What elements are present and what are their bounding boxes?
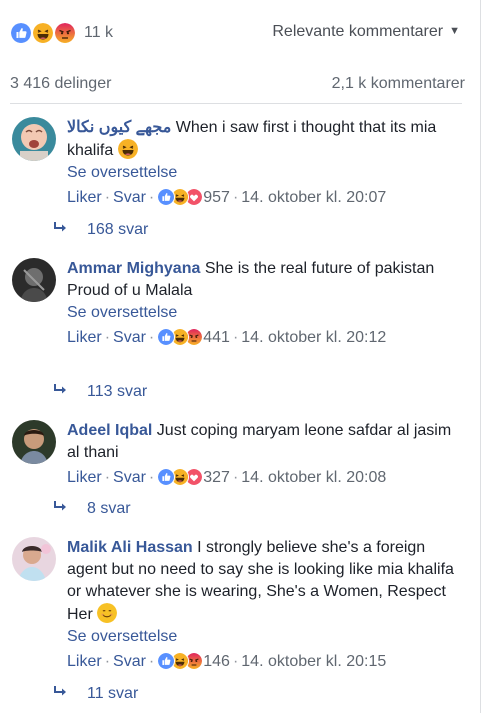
comment-text: She is the real future of pakistan — [200, 260, 435, 277]
caret-down-icon: ▼ — [449, 25, 460, 37]
separator: · — [148, 653, 155, 670]
comment-author[interactable]: مجھے کیوں نکالا — [67, 119, 171, 136]
replies-count: 11 svar — [87, 685, 139, 702]
comment-reactions[interactable] — [157, 188, 204, 206]
comment-timestamp[interactable]: 14. oktober kl. 20:08 — [241, 469, 386, 486]
separator: · — [104, 469, 111, 486]
separator: · — [104, 189, 111, 206]
reply-link[interactable]: Svar — [113, 469, 146, 486]
separator: · — [104, 329, 111, 346]
view-replies-link[interactable]: 11 svar — [53, 685, 138, 703]
comment-actions: Liker · Svar · 327 · 14. oktober kl. 20:08 — [67, 467, 457, 489]
separator: · — [232, 189, 239, 206]
avatar[interactable] — [12, 258, 56, 302]
like-icon — [157, 188, 176, 206]
avatar[interactable] — [12, 537, 56, 581]
replies-count: 113 svar — [87, 383, 148, 400]
shares-count[interactable]: 3 416 delinger — [10, 75, 111, 93]
avatar[interactable] — [12, 420, 56, 464]
like-icon — [10, 22, 32, 44]
comment-timestamp[interactable]: 14. oktober kl. 20:12 — [241, 329, 386, 346]
post-stats: 3 416 delinger 2,1 k kommentarer — [10, 75, 465, 95]
like-link[interactable]: Liker — [67, 469, 102, 486]
separator: · — [148, 469, 155, 486]
view-replies-link[interactable]: 113 svar — [53, 383, 147, 401]
comment-actions: Liker · Svar · 146 · 14. oktober kl. 20:15 — [67, 651, 457, 673]
see-translation-link[interactable]: Se oversettelse — [67, 626, 457, 648]
avatar[interactable] — [12, 117, 56, 161]
separator: · — [148, 189, 155, 206]
divider — [10, 103, 462, 104]
comment-text-line: Proud of u Malala — [67, 282, 193, 299]
reaction-count[interactable]: 441 — [203, 329, 230, 346]
reaction-count[interactable]: 11 k — [84, 24, 113, 42]
laughing-emoji-icon — [118, 139, 138, 159]
sort-label: Relevante kommentarer — [272, 23, 444, 40]
view-replies-link[interactable]: 168 svar — [53, 221, 148, 239]
like-icon — [157, 328, 176, 346]
see-translation-link[interactable]: Se oversettelse — [67, 162, 457, 184]
reply-link[interactable]: Svar — [113, 189, 146, 206]
like-link[interactable]: Liker — [67, 653, 102, 670]
reply-link[interactable]: Svar — [113, 653, 146, 670]
reply-arrow-icon — [53, 500, 69, 514]
separator: · — [232, 653, 239, 670]
smiling-emoji-icon — [97, 603, 117, 623]
like-icon — [157, 468, 176, 486]
reaction-count[interactable]: 146 — [203, 653, 230, 670]
like-icon — [157, 652, 176, 670]
angry-icon — [54, 22, 76, 44]
separator: · — [232, 469, 239, 486]
reply-link[interactable]: Svar — [113, 329, 146, 346]
comment-sort-dropdown[interactable]: Relevante kommentarer ▼ — [272, 23, 460, 41]
comments-count[interactable]: 2,1 k kommentarer — [332, 75, 465, 93]
comment-actions: Liker · Svar · 957 · 14. oktober kl. 20:07 — [67, 187, 457, 209]
comment-author[interactable]: Adeel Iqbal — [67, 422, 152, 439]
separator: · — [104, 653, 111, 670]
comment-reactions[interactable] — [157, 652, 204, 670]
comment-timestamp[interactable]: 14. oktober kl. 20:15 — [241, 653, 386, 670]
separator: · — [148, 329, 155, 346]
separator: · — [232, 329, 239, 346]
haha-icon — [32, 22, 54, 44]
reaction-summary: 11 k Relevante kommentarer ▼ — [10, 20, 465, 46]
reply-arrow-icon — [53, 221, 69, 235]
comment-actions: Liker · Svar · 441 · 14. oktober kl. 20:12 — [67, 327, 457, 349]
comment-reactions[interactable] — [157, 328, 204, 346]
reply-arrow-icon — [53, 685, 69, 699]
reaction-count[interactable]: 957 — [203, 189, 230, 206]
replies-count: 168 svar — [87, 221, 149, 238]
comment-author[interactable]: Malik Ali Hassan — [67, 539, 193, 556]
comment-author[interactable]: Ammar Mighyana — [67, 260, 200, 277]
reaction-count[interactable]: 327 — [203, 469, 230, 486]
replies-count: 8 svar — [87, 500, 131, 517]
comment-timestamp[interactable]: 14. oktober kl. 20:07 — [241, 189, 386, 206]
comments-panel: 11 k Relevante kommentarer ▼ 3 416 deling… — [0, 0, 481, 713]
view-replies-link[interactable]: 8 svar — [53, 500, 131, 518]
comment-reactions[interactable] — [157, 468, 204, 486]
like-link[interactable]: Liker — [67, 189, 102, 206]
like-link[interactable]: Liker — [67, 329, 102, 346]
see-translation-link[interactable]: Se oversettelse — [67, 302, 457, 324]
reply-arrow-icon — [53, 383, 69, 397]
